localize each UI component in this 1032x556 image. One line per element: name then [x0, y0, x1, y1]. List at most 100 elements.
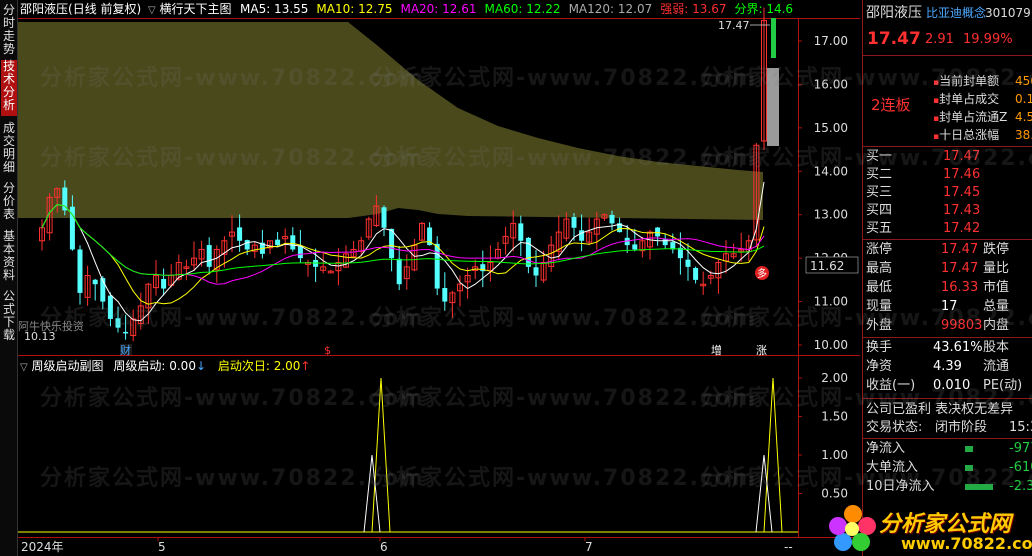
price-tick-label: 15.00 [814, 121, 848, 135]
seal-stat-row: ▪封单占流通Z 4.5 [933, 108, 1032, 126]
tab-company-info[interactable]: 基本资料 [1, 230, 17, 284]
candle-body [609, 214, 615, 224]
candle-body [123, 331, 129, 334]
chart-area[interactable]: 邵阳液压(日线 前复权) ▽ 横行天下主图 MA5: 13.55 MA10: 12… [18, 0, 860, 556]
trade-status-time: 15:3 [1009, 420, 1032, 435]
order-book-bids: 买一 17.47 买二 17.46 买三 17.45 买四 17.43 买五 17.42 [863, 147, 1032, 237]
tab-price-table[interactable]: 分价表 [1, 182, 17, 224]
quote-label: 最低 [866, 280, 893, 295]
candle-body [434, 243, 440, 289]
quote-row: 最高 17.47 量比 [863, 259, 1032, 278]
quote-label: 涨停 [866, 242, 893, 257]
stat-label: 收益(一) [866, 378, 916, 393]
candle-body [662, 239, 668, 246]
stock-name: 邵阳液压 [866, 5, 922, 21]
flow-label: 净流入 [866, 441, 906, 456]
quote-label: 现量 [866, 299, 893, 314]
bid-row: 买二 17.46 [863, 165, 1032, 184]
marker-finance: 财 [120, 343, 131, 357]
up-arrow-icon: ↑ [300, 359, 311, 373]
flower-logo-icon [829, 505, 876, 551]
quote-table: 涨停 17.47 跌停 最高 17.47 量比 最低 16.33 市值 现量 17 总量 外盘 99803… [863, 240, 1032, 336]
fund-flows: 净流入 -977 大单流入 -610 10日净流入 -2.3 [863, 439, 1032, 499]
down-arrow-icon: ↓ [195, 359, 207, 373]
seal-label: 十日总涨幅 [939, 128, 1000, 142]
candle-body [161, 278, 167, 289]
stat-label: 净资 [866, 359, 893, 374]
marker-dollar: $ [324, 344, 331, 357]
flow-bar [965, 465, 973, 471]
flow-value: -977 [1009, 441, 1032, 456]
stat-value: 43.61% [933, 340, 983, 355]
price-pct: 19.99% [963, 32, 1013, 47]
candle-body [92, 279, 98, 285]
tab-formula-download[interactable]: 公式下载 [1, 290, 17, 344]
seal-stats: ▪当前封单额456▪封单占成交0.10▪封单占流通Z4.5▪十日总涨幅38.6 [933, 72, 1032, 144]
bid-price: 17.45 [943, 185, 981, 200]
stock-code: 301079 [985, 6, 1031, 20]
candle-body [396, 258, 402, 285]
quote-row: 最低 16.33 市值 [863, 278, 1032, 297]
flow-value: -2.3 [1009, 479, 1032, 494]
bid-row: 买五 17.42 [863, 219, 1032, 238]
quote-label-2: 内盘 [983, 318, 1010, 333]
stat-label-2: 流通 [983, 359, 1010, 374]
trade-status-label: 交易状态: [866, 420, 923, 435]
quote-value: 99803 [941, 318, 983, 333]
candle-body [275, 239, 281, 246]
quote-label: 外盘 [866, 318, 893, 333]
candle-body [571, 217, 577, 228]
dropdown-icon[interactable]: ▽ [20, 362, 28, 373]
bid-price: 17.46 [943, 167, 981, 182]
stat-label: 换手 [866, 340, 893, 355]
time-axis-label: 6 [380, 540, 388, 554]
company-status: 公司已盈利 表决权无差异 [863, 400, 1032, 419]
seal-value: 456 [1015, 74, 1032, 88]
bid-row: 买四 17.43 [863, 201, 1032, 220]
quote-label: 最高 [866, 261, 893, 276]
flow-label: 10日净流入 [866, 479, 935, 494]
candle-body [655, 227, 661, 237]
spike-start [755, 454, 773, 533]
bid-label: 买一 [866, 149, 893, 164]
quote-value: 17 [941, 299, 958, 314]
tab-technical-analysis[interactable]: 技术分析 [1, 60, 17, 116]
quote-label-2: 总量 [983, 299, 1010, 314]
price-tick-label: 10.00 [814, 338, 848, 352]
price-change: 2.91 [925, 32, 954, 47]
signal-box [767, 68, 779, 146]
marker-duo: 多 [757, 267, 767, 280]
concept-link[interactable]: 比亚迪概念 [926, 4, 986, 23]
quote-value: 17.47 [941, 242, 979, 257]
candle-body [389, 228, 395, 259]
seal-stat-row: ▪封单占成交0.10 [933, 90, 1032, 108]
sub-tick-label: 1.50 [821, 410, 848, 424]
quote-label-2: 量比 [983, 261, 1010, 276]
stat-label-2: 股本 [983, 340, 1010, 355]
candle-body [290, 235, 296, 250]
candle-body [107, 295, 113, 319]
sub-indicator-name: 周级启动副图 [31, 359, 104, 373]
stock-header: 邵阳液压 比亚迪概念 301079 [863, 4, 1032, 24]
stats-table: 换手 43.61% 股本 净资 4.39 流通 收益(一) 0.010 PE(动) [863, 338, 1032, 396]
sub-value-2: 启动次日: 2.00 [217, 359, 301, 373]
tab-intraday[interactable]: 分时走势 [1, 4, 17, 56]
candle-body [632, 244, 638, 250]
price-tick-label: 14.00 [814, 164, 848, 178]
candle-body [533, 267, 539, 276]
limit-streak: 2连板 [871, 96, 911, 114]
kline-chart-svg[interactable]: 17.0016.0015.0014.0013.0012.0011.0010.00… [18, 0, 860, 556]
price-tick-label: 16.00 [814, 77, 848, 91]
marker-limit-up: 涨 [756, 344, 767, 357]
bid-price: 17.43 [943, 203, 981, 218]
bid-price: 17.42 [943, 221, 981, 236]
side-tab-bar: 分时走势 技术分析 成交明细 分价表 基本资料 公式下载 [0, 0, 18, 556]
tab-trade-details[interactable]: 成交明细 [1, 122, 17, 176]
bid-price: 17.47 [943, 149, 981, 164]
time-axis-label: 2024年 [21, 540, 64, 554]
flow-label: 大单流入 [866, 460, 919, 475]
candle-body [206, 245, 212, 267]
price-tick-label: 13.00 [814, 208, 848, 222]
candle-body [518, 223, 524, 241]
candle-body [115, 318, 121, 328]
